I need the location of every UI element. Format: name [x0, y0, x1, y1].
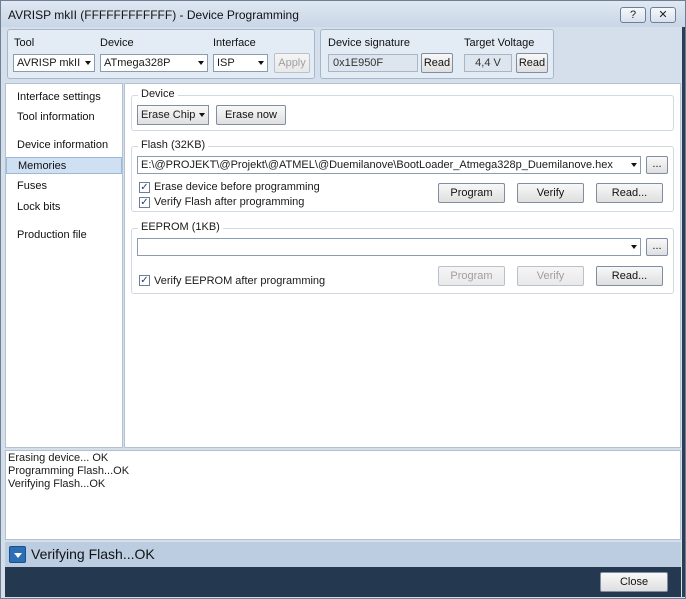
- read-signature-button[interactable]: Read: [421, 53, 453, 73]
- title-bar[interactable]: AVRISP mkII (FFFFFFFFFFFF) - Device Prog…: [1, 1, 685, 27]
- window-title: AVRISP mkII (FFFFFFFFFFFF) - Device Prog…: [8, 8, 299, 22]
- sidebar: Interface settings Tool information Devi…: [5, 83, 123, 448]
- chevron-down-icon: [631, 245, 637, 249]
- tool-select[interactable]: AVRISP mkII: [13, 54, 95, 72]
- sidebar-item-lock-bits[interactable]: Lock bits: [6, 199, 122, 216]
- chevron-down-icon: [258, 61, 264, 65]
- sidebar-item-memories[interactable]: Memories: [6, 157, 122, 174]
- device-select-value: ATmega328P: [104, 57, 171, 69]
- eeprom-verify-button[interactable]: Verify: [517, 266, 584, 286]
- log-line: Verifying Flash...OK: [8, 478, 106, 490]
- eeprom-browse-button[interactable]: ...: [646, 238, 668, 256]
- apply-button[interactable]: Apply: [274, 53, 310, 73]
- eeprom-section: EEPROM (1KB) ... ✓ Verify EEPROM after p…: [131, 221, 674, 294]
- status-text: Verifying Flash...OK: [31, 546, 155, 562]
- interface-label: Interface: [213, 37, 256, 49]
- erase-before-label: Erase device before programming: [154, 181, 320, 193]
- close-button[interactable]: Close: [600, 572, 668, 592]
- sidebar-item-device-information[interactable]: Device information: [6, 137, 122, 154]
- eeprom-read-button[interactable]: Read...: [596, 266, 663, 286]
- flash-program-button[interactable]: Program: [438, 183, 505, 203]
- log-line: Erasing device... OK: [8, 452, 109, 464]
- chevron-down-icon: [199, 113, 205, 117]
- log-line: Programming Flash...OK: [8, 465, 130, 477]
- device-section-title: Device: [138, 88, 178, 100]
- eeprom-program-button[interactable]: Program: [438, 266, 505, 286]
- flash-read-button[interactable]: Read...: [596, 183, 663, 203]
- footer-bar: Close: [5, 567, 681, 597]
- flash-section-title: Flash (32KB): [138, 139, 209, 151]
- signature-voltage-group: Device signature 0x1E950F Read Target Vo…: [320, 29, 554, 79]
- device-signature-label: Device signature: [328, 37, 410, 49]
- verify-flash-label: Verify Flash after programming: [154, 196, 305, 208]
- erase-mode-select[interactable]: Erase Chip: [137, 105, 209, 125]
- erase-now-button[interactable]: Erase now: [216, 105, 286, 125]
- eeprom-section-title: EEPROM (1KB): [138, 221, 223, 233]
- tool-select-value: AVRISP mkII: [17, 57, 81, 69]
- window-edge: [682, 27, 685, 597]
- sidebar-item-production-file[interactable]: Production file: [6, 227, 122, 244]
- chevron-down-icon: [85, 61, 91, 65]
- flash-browse-button[interactable]: ...: [646, 156, 668, 174]
- target-voltage-label: Target Voltage: [464, 37, 535, 49]
- tool-device-interface-group: Tool AVRISP mkII Device ATmega328P Inter…: [7, 29, 315, 79]
- device-programming-window: AVRISP mkII (FFFFFFFFFFFF) - Device Prog…: [0, 0, 686, 599]
- help-button[interactable]: ?: [620, 7, 646, 23]
- flash-file-input[interactable]: E:\@PROJEKT\@Projekt\@ATMEL\@Duemilanove…: [137, 156, 641, 174]
- verify-eeprom-checkbox[interactable]: ✓: [139, 275, 150, 286]
- chevron-down-icon: [14, 553, 22, 558]
- status-bar: Verifying Flash...OK: [5, 542, 681, 567]
- verify-eeprom-label: Verify EEPROM after programming: [154, 275, 326, 287]
- window-close-button[interactable]: ✕: [650, 7, 676, 23]
- interface-select[interactable]: ISP: [213, 54, 268, 72]
- device-select[interactable]: ATmega328P: [100, 54, 208, 72]
- eeprom-file-input[interactable]: [137, 238, 641, 256]
- flash-verify-button[interactable]: Verify: [517, 183, 584, 203]
- tool-label: Tool: [14, 37, 35, 49]
- device-label: Device: [100, 37, 134, 49]
- sidebar-item-interface-settings[interactable]: Interface settings: [6, 89, 122, 106]
- sidebar-item-fuses[interactable]: Fuses: [6, 178, 122, 195]
- flash-section: Flash (32KB) E:\@PROJEKT\@Projekt\@ATMEL…: [131, 139, 674, 212]
- erase-mode-select-value: Erase Chip: [141, 109, 196, 121]
- interface-select-value: ISP: [217, 57, 235, 69]
- chevron-down-icon: [198, 61, 204, 65]
- chevron-down-icon: [631, 163, 637, 167]
- flash-file-path: E:\@PROJEKT\@Projekt\@ATMEL\@Duemilanove…: [141, 159, 613, 171]
- memories-panel: Device Erase Chip Erase now Flash (32KB)…: [124, 83, 681, 448]
- device-section: Device Erase Chip Erase now: [131, 88, 674, 131]
- expand-log-button[interactable]: [9, 546, 26, 563]
- target-voltage-value: 4,4 V: [464, 54, 512, 72]
- read-voltage-button[interactable]: Read: [516, 53, 548, 73]
- verify-flash-checkbox[interactable]: ✓: [139, 197, 150, 208]
- device-signature-value: 0x1E950F: [328, 54, 418, 72]
- sidebar-item-tool-information[interactable]: Tool information: [6, 109, 122, 126]
- output-log[interactable]: Erasing device... OK Programming Flash..…: [5, 450, 681, 540]
- erase-before-checkbox[interactable]: ✓: [139, 182, 150, 193]
